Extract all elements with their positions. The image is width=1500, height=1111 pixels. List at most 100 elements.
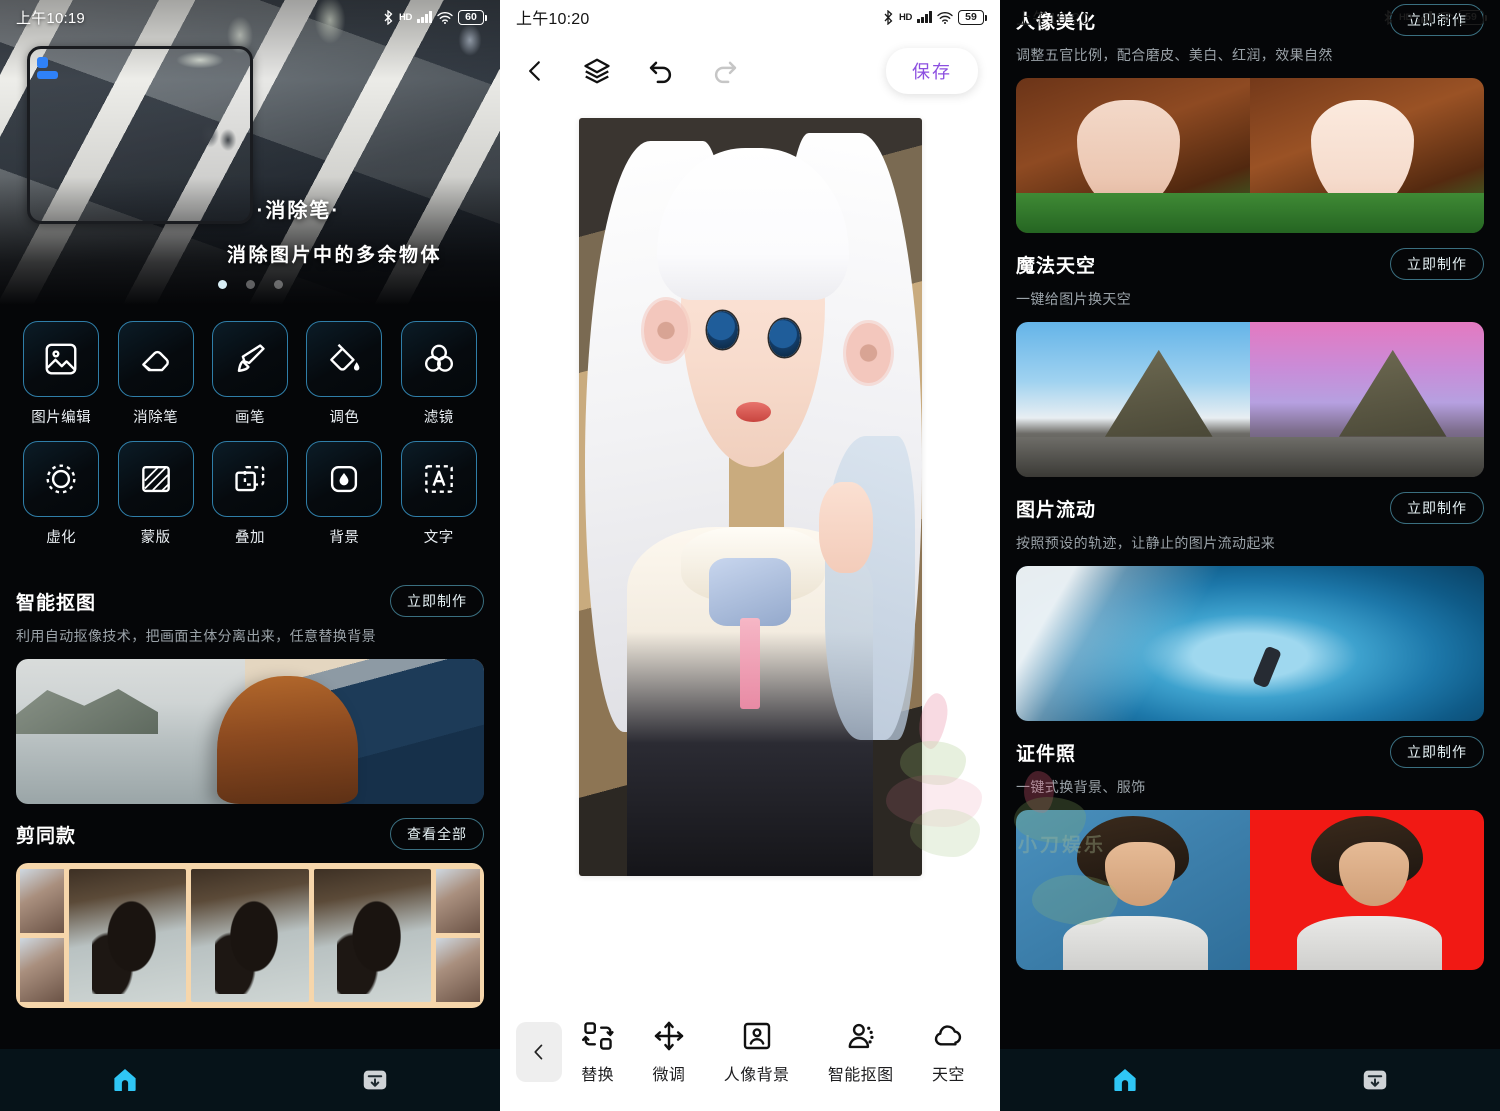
tool-label: 图片编辑 bbox=[31, 410, 92, 426]
template-thumb[interactable] bbox=[20, 869, 64, 1002]
wifi-icon bbox=[437, 11, 453, 24]
template-thumb[interactable] bbox=[69, 869, 187, 1002]
filter-circles-icon bbox=[400, 321, 477, 397]
carousel-dot-1[interactable] bbox=[217, 280, 227, 289]
template-thumb[interactable] bbox=[435, 869, 480, 1002]
make-now-button[interactable]: 立即制作 bbox=[390, 585, 484, 617]
tab-works[interactable] bbox=[250, 1065, 500, 1095]
cloud-icon bbox=[935, 1024, 962, 1045]
hd-label: HD bbox=[899, 11, 913, 23]
tool-eraser[interactable]: 消除笔 bbox=[108, 321, 202, 427]
cellular-signal-icon bbox=[917, 11, 932, 23]
status-icons: HD 60 bbox=[383, 9, 487, 25]
tool-list: 替换 微调 人像背景 智能抠图 天空 bbox=[562, 1020, 984, 1085]
redo-icon bbox=[714, 61, 737, 84]
tool-background[interactable]: 背景 bbox=[297, 441, 391, 547]
editor-bottom-tools: 替换 微调 人像背景 智能抠图 天空 bbox=[500, 993, 1000, 1111]
cellular-signal-icon bbox=[417, 11, 432, 23]
save-button[interactable]: 保存 bbox=[886, 48, 978, 94]
photo-motion-preview[interactable] bbox=[1016, 566, 1484, 721]
smart-cutout-preview-image[interactable] bbox=[16, 659, 484, 804]
view-all-button[interactable]: 查看全部 bbox=[390, 818, 484, 850]
make-now-button[interactable]: 立即制作 bbox=[1390, 248, 1484, 280]
text-a-icon bbox=[400, 441, 477, 517]
status-icons: HD 59 bbox=[883, 9, 987, 25]
section-header-id-photo: 证件照 立即制作 bbox=[1016, 736, 1484, 768]
tool-brush[interactable]: 画笔 bbox=[203, 321, 297, 427]
tab-home[interactable] bbox=[0, 1065, 250, 1095]
carousel-dot-2[interactable] bbox=[245, 280, 255, 289]
tool-mask[interactable]: 蒙版 bbox=[108, 441, 202, 547]
undo-button[interactable] bbox=[646, 56, 676, 86]
portrait-beauty-preview[interactable] bbox=[1016, 78, 1484, 233]
redo-button[interactable] bbox=[710, 56, 740, 86]
edited-photo[interactable] bbox=[578, 118, 922, 876]
bottom-tool-adjust[interactable]: 微调 bbox=[653, 1020, 686, 1085]
bottom-tool-portrait-background[interactable]: 人像背景 bbox=[724, 1020, 790, 1085]
bluetooth-icon bbox=[1383, 9, 1394, 25]
bottom-tool-smart-cutout[interactable]: 智能抠图 bbox=[828, 1020, 894, 1085]
eye-right bbox=[768, 318, 800, 357]
image-before bbox=[16, 659, 246, 804]
bottom-tab-bar-panel1 bbox=[0, 1049, 500, 1111]
section-title: 图片流动 bbox=[1016, 499, 1097, 521]
collapse-toolbar-button[interactable] bbox=[516, 1022, 562, 1082]
make-now-button[interactable]: 立即制作 bbox=[1390, 736, 1484, 768]
section-templates: 剪同款 查看全部 bbox=[0, 818, 500, 1008]
image-before bbox=[1016, 810, 1250, 970]
before-after-split bbox=[16, 659, 484, 804]
template-thumbnails bbox=[16, 863, 484, 1008]
tab-works[interactable] bbox=[1250, 1065, 1500, 1095]
blur-circle-icon bbox=[23, 441, 100, 517]
bluetooth-icon bbox=[383, 9, 394, 25]
tool-label: 消除笔 bbox=[133, 410, 179, 426]
tool-label: 蒙版 bbox=[140, 530, 171, 546]
tool-text[interactable]: 文字 bbox=[392, 441, 486, 547]
editor-canvas[interactable] bbox=[500, 108, 1000, 993]
bottom-tool-replace[interactable]: 替换 bbox=[581, 1020, 614, 1085]
back-button[interactable] bbox=[522, 56, 548, 86]
section-subtitle: 调整五官比例，配合磨皮、美白、红润，效果自然 bbox=[1016, 47, 1333, 63]
id-photo-preview[interactable] bbox=[1016, 810, 1484, 970]
before-after-split bbox=[1016, 322, 1484, 477]
tool-image-edit[interactable]: 图片编辑 bbox=[14, 321, 108, 427]
template-strip[interactable] bbox=[16, 863, 484, 1008]
battery-indicator: 59 bbox=[1458, 9, 1487, 25]
hero-banner[interactable]: ·消除笔· 消除图片中的多余物体 bbox=[0, 0, 500, 305]
tool-label: 调色 bbox=[329, 410, 360, 426]
section-header-magic-sky: 魔法天空 立即制作 bbox=[1016, 248, 1484, 280]
template-thumb[interactable] bbox=[191, 869, 309, 1002]
make-now-button[interactable]: 立即制作 bbox=[1390, 492, 1484, 524]
bottom-tab-bar-panel3 bbox=[1000, 1049, 1500, 1111]
status-bar-panel3: 上午10:20 HD 59 bbox=[1000, 0, 1500, 34]
tool-blur[interactable]: 虚化 bbox=[14, 441, 108, 547]
bottom-tool-sky[interactable]: 天空 bbox=[932, 1020, 965, 1085]
tool-overlay[interactable]: 叠加 bbox=[203, 441, 297, 547]
carousel-dots[interactable] bbox=[0, 280, 500, 289]
panel-features: 人像美化 立即制作 调整五官比例，配合磨皮、美白、红润，效果自然 魔法天空 立即… bbox=[1000, 0, 1500, 1111]
tool-filter[interactable]: 滤镜 bbox=[392, 321, 486, 427]
feature-scroll-area[interactable]: 人像美化 立即制作 调整五官比例，配合磨皮、美白、红润，效果自然 魔法天空 立即… bbox=[1000, 0, 1500, 1049]
panel-editor: 上午10:20 HD 59 保存 替换 微调 人像背景 智能抠图 天空 bbox=[500, 0, 1000, 1111]
section-subtitle: 按照预设的轨迹，让静止的图片流动起来 bbox=[1016, 535, 1276, 551]
replace-icon bbox=[581, 1021, 614, 1050]
layers-button[interactable] bbox=[582, 56, 612, 86]
template-thumb[interactable] bbox=[313, 869, 431, 1002]
tab-home[interactable] bbox=[1000, 1065, 1250, 1095]
carousel-dot-3[interactable] bbox=[273, 280, 283, 289]
status-bar-panel2: 上午10:20 HD 59 bbox=[500, 0, 1000, 34]
move-icon bbox=[654, 1021, 684, 1050]
wifi-icon bbox=[1437, 11, 1453, 24]
status-icons: HD 59 bbox=[1383, 9, 1487, 25]
tool-color[interactable]: 调色 bbox=[297, 321, 391, 427]
status-time: 上午10:20 bbox=[1016, 11, 1090, 28]
hd-label: HD bbox=[1399, 11, 1413, 23]
section-title: 剪同款 bbox=[16, 825, 77, 847]
portrait-frame-icon bbox=[743, 1022, 770, 1049]
tool-label: 文字 bbox=[423, 530, 454, 546]
status-time: 上午10:19 bbox=[16, 9, 85, 27]
tool-label: 天空 bbox=[931, 1066, 965, 1084]
tool-label: 背景 bbox=[329, 530, 360, 546]
magic-sky-preview[interactable] bbox=[1016, 322, 1484, 477]
section-smart-cutout: 智能抠图 立即制作 利用自动抠像技术，把画面主体分离出来，任意替换背景 bbox=[0, 585, 500, 804]
